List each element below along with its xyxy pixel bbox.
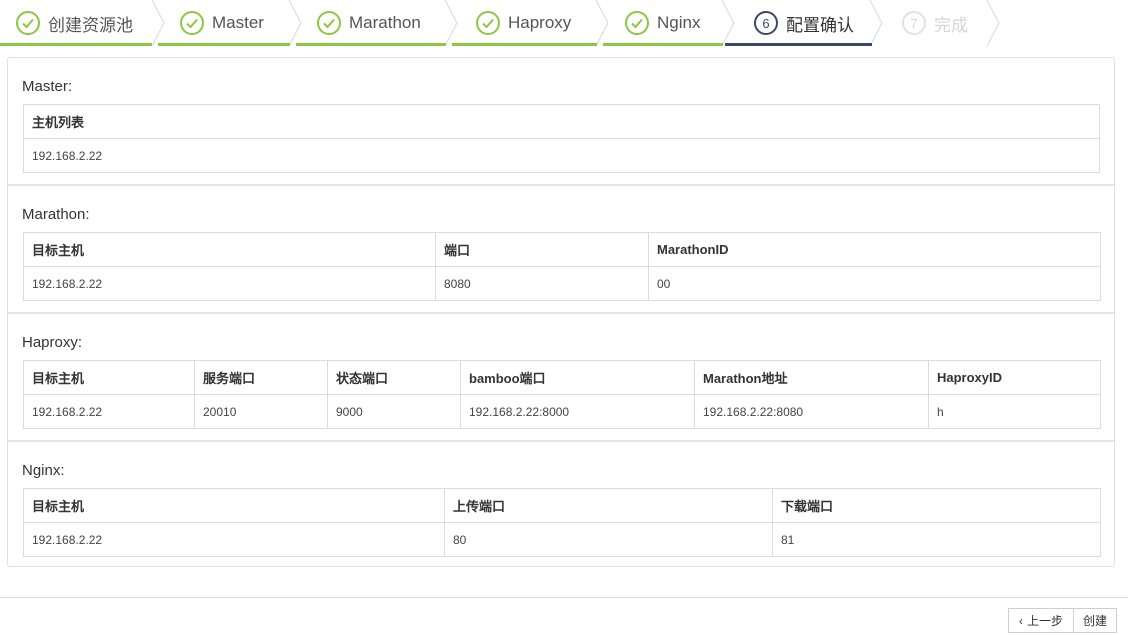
table-cell: 00 [648,266,1101,301]
step-number: 7 [902,11,926,35]
create-button[interactable]: 创建 [1073,608,1117,633]
step-confirm[interactable]: 6 配置确认 [754,0,854,46]
table-cell: 80 [444,522,773,557]
table-row: 192.168.2.22 8080 00 [23,266,1101,301]
step-number: 6 [754,11,778,35]
step-separator-icon [288,0,302,46]
create-label: 创建 [1082,614,1107,628]
chevron-left-icon: ‹ [1018,613,1023,628]
table-header: 目标主机 [23,488,445,523]
step-label: 配置确认 [786,15,854,35]
table-header: 服务端口 [194,360,328,395]
table-header: bamboo端口 [460,360,695,395]
table-header-row: 目标主机 服务端口 状态端口 bamboo端口 Marathon地址 Hapro… [23,360,1101,395]
table-cell: 192.168.2.22 [23,266,436,301]
step-separator-icon [869,0,883,46]
table-header: MarathonID [648,232,1101,267]
prev-step-button[interactable]: ‹ 上一步 [1008,608,1074,633]
table-header: 下载端口 [772,488,1101,523]
step-marathon[interactable]: Marathon [317,0,421,46]
step-label: Master [212,13,264,32]
table-cell: 81 [772,522,1101,557]
haproxy-section: Haproxy: 目标主机 服务端口 状态端口 bamboo端口 Maratho… [8,314,1114,440]
step-create-pool[interactable]: 创建资源池 [16,0,133,46]
step-haproxy[interactable]: Haproxy [476,0,571,46]
master-section: Master: 主机列表 192.168.2.22 [8,58,1114,184]
table-cell: 192.168.2.22:8000 [460,394,695,429]
step-master[interactable]: Master [180,0,264,46]
table-header: 目标主机 [23,232,436,267]
check-icon [476,11,500,35]
step-underline [296,43,446,46]
table-cell: h [928,394,1101,429]
table-cell: 8080 [435,266,649,301]
table-header-row: 目标主机 端口 MarathonID [23,232,1101,267]
step-nginx[interactable]: Nginx [625,0,700,46]
step-underline [0,43,152,46]
table-header: 目标主机 [23,360,195,395]
section-title: Nginx: [22,462,65,479]
table-row: 192.168.2.22 20010 9000 192.168.2.22:800… [23,394,1101,429]
marathon-section: Marathon: 目标主机 端口 MarathonID 192.168.2.2… [8,186,1114,312]
step-underline [452,43,597,46]
table-header: HaproxyID [928,360,1101,395]
section-title: Haproxy: [22,334,83,351]
check-icon [16,11,40,35]
step-label: Haproxy [508,13,572,32]
table-cell: 192.168.2.22:8080 [694,394,929,429]
step-label: Marathon [349,13,421,32]
step-finish: 7 完成 [902,0,968,46]
confirm-panel: Master: 主机列表 192.168.2.22 Marathon: 目标主机… [7,57,1115,567]
step-label: Nginx [657,13,701,32]
step-underline [603,43,723,46]
table-header-row: 目标主机 上传端口 下载端口 [23,488,1101,523]
table-header: 上传端口 [444,488,773,523]
haproxy-table: 目标主机 服务端口 状态端口 bamboo端口 Marathon地址 Hapro… [23,360,1101,429]
step-label: 创建资源池 [48,15,133,35]
step-underline [725,43,872,46]
step-separator-icon [444,0,458,46]
table-cell: 192.168.2.22 [23,522,445,557]
table-cell: 9000 [327,394,461,429]
marathon-table: 目标主机 端口 MarathonID 192.168.2.22 8080 00 [23,232,1101,301]
table-row: 192.168.2.22 80 81 [23,522,1101,557]
table-header-row: 主机列表 [23,104,1100,139]
wizard-steps: 创建资源池 Master Marathon Haproxy Nginx 6 配置… [0,0,1128,46]
table-cell: 192.168.2.22 [23,138,1100,173]
wizard-footer: ‹ 上一步 创建 [0,597,1128,635]
step-separator-icon [595,0,609,46]
step-separator-icon [721,0,735,46]
table-cell: 192.168.2.22 [23,394,195,429]
table-cell: 20010 [194,394,328,429]
table-header: 状态端口 [327,360,461,395]
section-title: Master: [22,78,73,95]
step-separator-icon [151,0,165,46]
check-icon [625,11,649,35]
nginx-section: Nginx: 目标主机 上传端口 下载端口 192.168.2.22 80 81 [8,442,1114,568]
table-header: Marathon地址 [694,360,929,395]
step-label: 完成 [934,15,968,35]
check-icon [317,11,341,35]
nginx-table: 目标主机 上传端口 下载端口 192.168.2.22 80 81 [23,488,1101,557]
section-title: Marathon: [22,206,90,223]
check-icon [180,11,204,35]
step-underline [158,43,290,46]
prev-step-label: 上一步 [1026,614,1063,628]
table-row: 192.168.2.22 [23,138,1100,173]
step-separator-icon [986,0,1000,46]
master-table: 主机列表 192.168.2.22 [23,104,1100,173]
table-header: 端口 [435,232,649,267]
table-header: 主机列表 [23,104,1100,139]
